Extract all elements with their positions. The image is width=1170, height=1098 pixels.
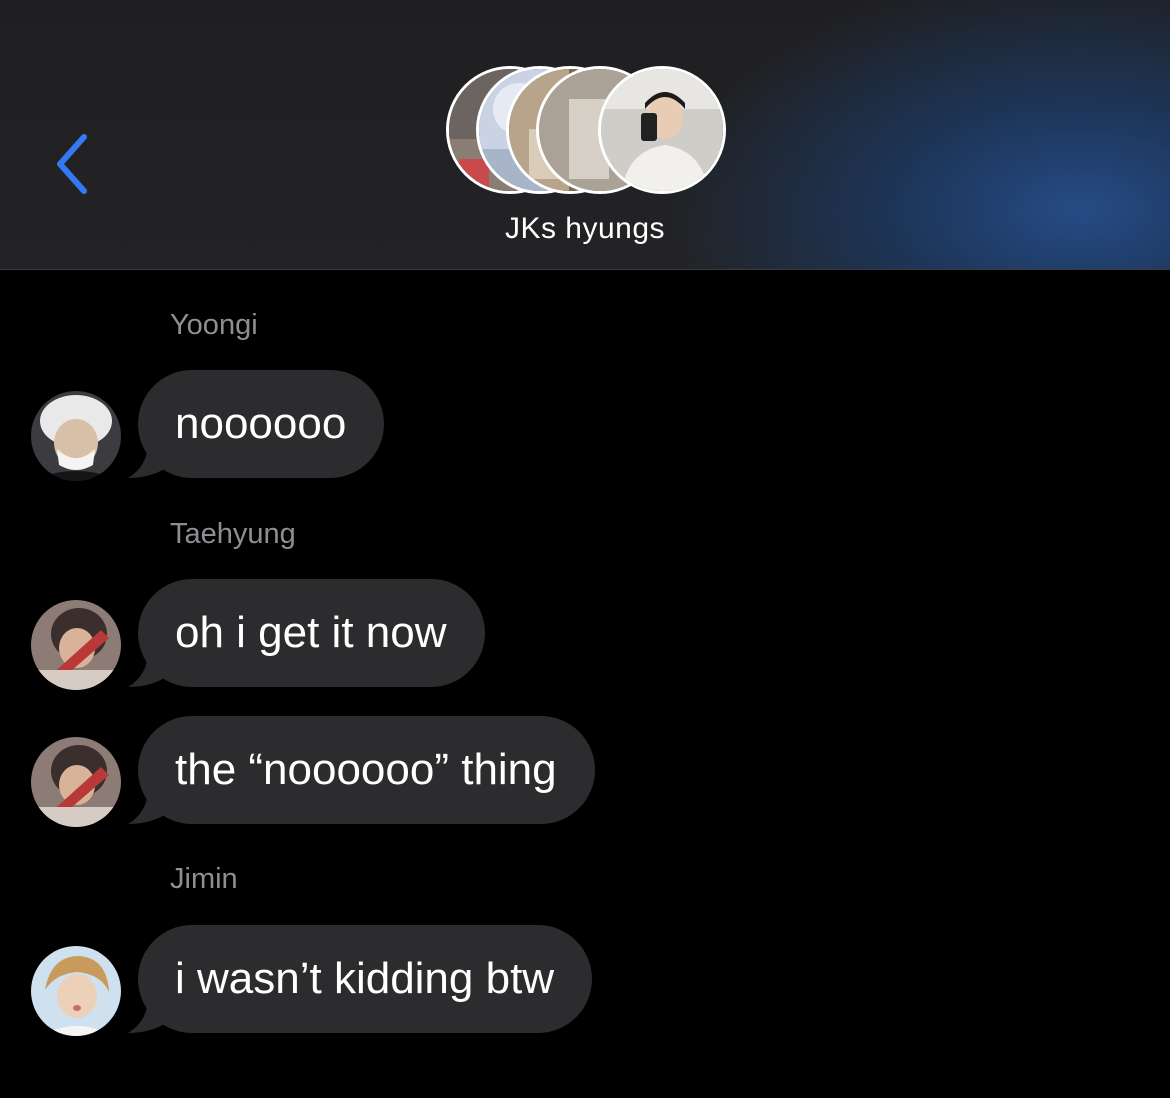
back-button[interactable] <box>44 128 100 200</box>
avatar[interactable] <box>31 737 121 827</box>
chat-screen: JKs hyungs Yoongi noooooo Taehyung oh i … <box>0 0 1170 1098</box>
avatar[interactable] <box>31 391 121 481</box>
message-bubble[interactable]: oh i get it now <box>138 579 485 687</box>
chevron-left-icon <box>57 134 87 194</box>
group-member-avatar <box>598 66 726 194</box>
sender-name: Taehyung <box>170 518 296 550</box>
group-title[interactable]: JKs hyungs <box>385 212 785 246</box>
message-bubble[interactable]: i wasn’t kidding btw <box>138 925 593 1033</box>
message-bubble[interactable]: noooooo <box>138 370 385 478</box>
avatar[interactable] <box>31 600 121 690</box>
sender-name: Jimin <box>170 863 238 895</box>
avatar[interactable] <box>31 946 121 1036</box>
message-bubble[interactable]: the “noooooo” thing <box>138 716 595 824</box>
group-avatar-stack[interactable] <box>446 66 726 194</box>
chat-header: JKs hyungs <box>0 0 1170 270</box>
sender-name: Yoongi <box>170 309 258 341</box>
